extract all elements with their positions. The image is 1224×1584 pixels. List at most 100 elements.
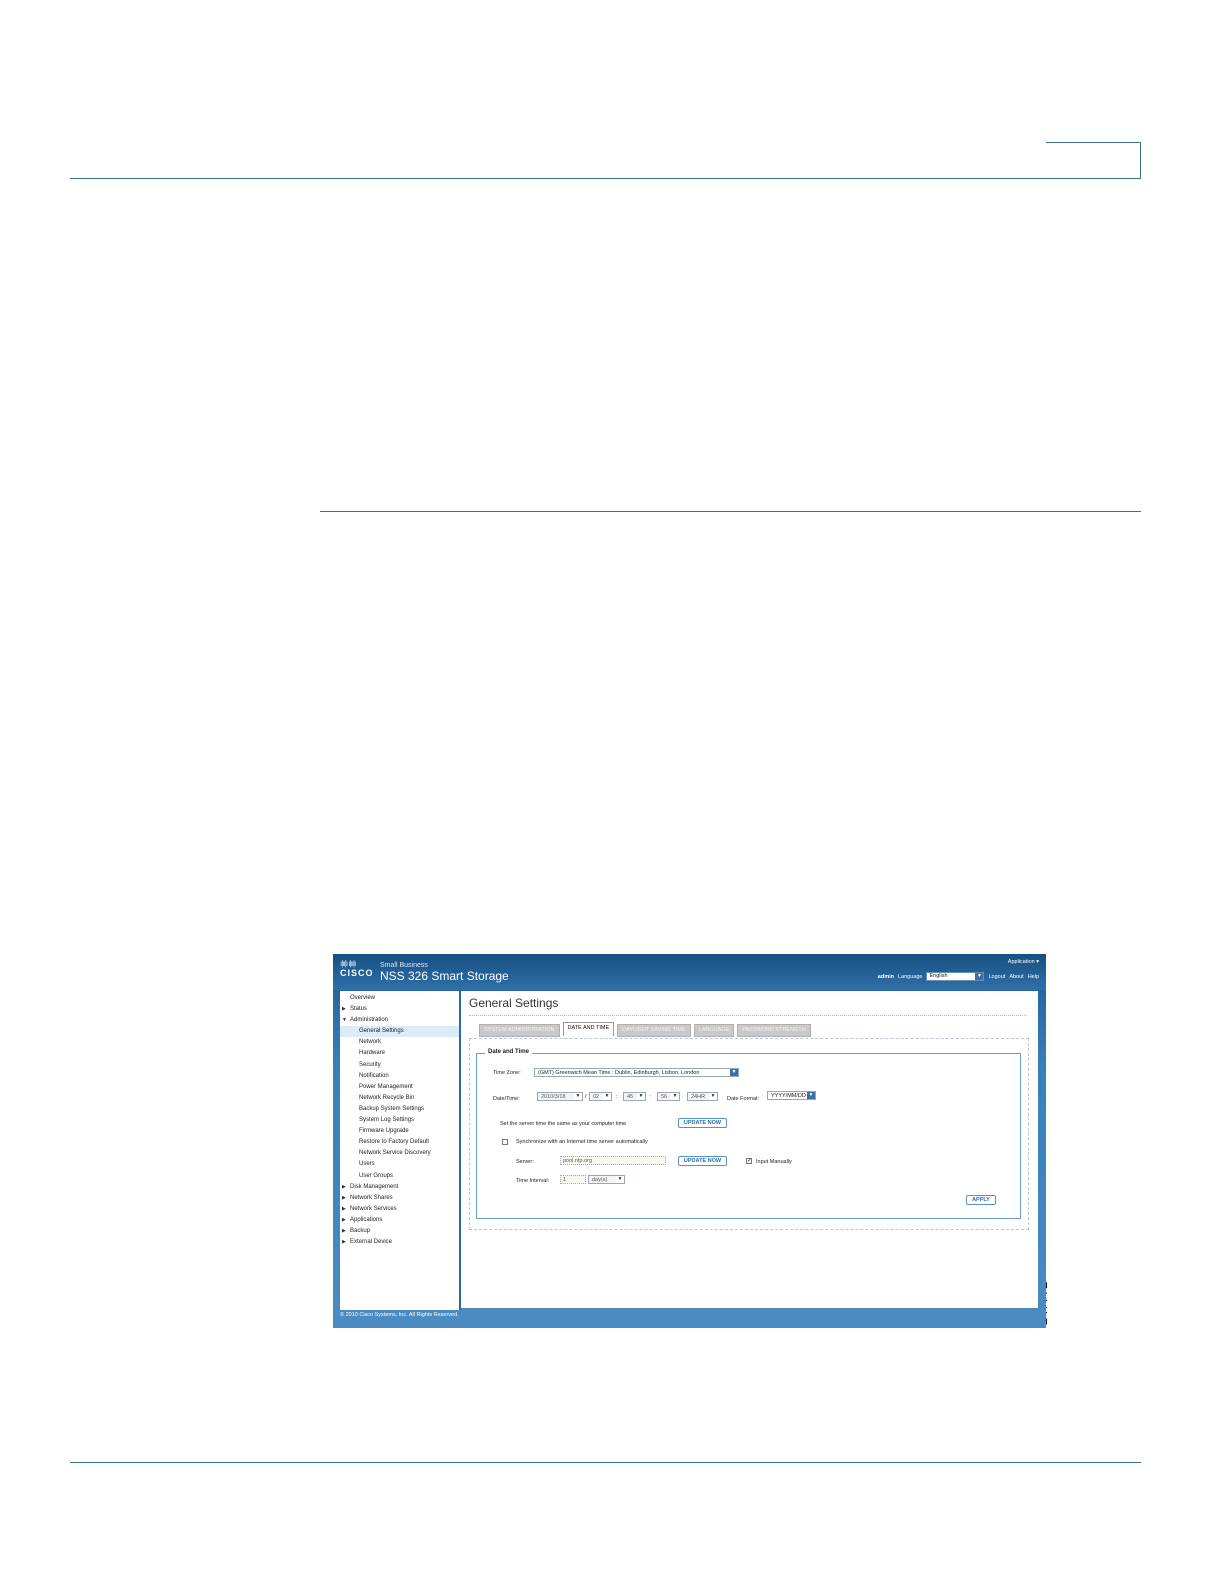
- top-bar: ı|ıı|ı ı|ıı|ı CISCO Small Business NSS 3…: [333, 954, 1046, 990]
- sidebar-item-label: Network Shares: [350, 1194, 393, 1201]
- sidebar-item[interactable]: Firmware Upgrade: [340, 1126, 459, 1137]
- sync-label: Synchronize with an Internet time server…: [516, 1139, 648, 1145]
- sidebar-item[interactable]: System Log Settings: [340, 1115, 459, 1126]
- settings-tab[interactable]: PASSWORD STRENGTH: [737, 1024, 811, 1037]
- second-value: 56: [661, 1094, 668, 1100]
- logout-link[interactable]: Logout: [988, 974, 1005, 980]
- chevron-down-icon: ▼: [975, 973, 984, 980]
- application-menu[interactable]: Application ▾: [1008, 959, 1039, 965]
- main-content: General Settings SYSTEM ADMINISTRATION DA…: [461, 991, 1038, 1308]
- sidebar-item[interactable]: Notification: [340, 1071, 459, 1082]
- time-interval-input[interactable]: 1: [560, 1175, 586, 1184]
- chevron-down-icon: ▼: [603, 1093, 611, 1100]
- settings-tab[interactable]: DATE AND TIME: [562, 1022, 615, 1036]
- date-select[interactable]: 2010/3/18 ▼: [537, 1092, 583, 1101]
- time-zone-label: Time Zone:: [493, 1070, 521, 1076]
- sidebar-item[interactable]: ▶ Network Shares: [340, 1193, 459, 1204]
- server-input[interactable]: pool.ntp.org: [560, 1156, 666, 1165]
- page-header-rule: [70, 178, 1141, 179]
- sidebar-item[interactable]: ▶ Status: [340, 1004, 459, 1015]
- sidebar-item[interactable]: User Groups: [340, 1171, 459, 1182]
- sidebar-item[interactable]: ▼ Administration: [340, 1015, 459, 1026]
- set-server-time-text: Set the server time the same as your com…: [500, 1121, 627, 1127]
- help-link[interactable]: Help: [1028, 974, 1039, 980]
- minute-select[interactable]: 45 ▼: [623, 1092, 646, 1101]
- hour-value: 02: [593, 1094, 600, 1100]
- sidebar-item[interactable]: Hardware: [340, 1048, 459, 1059]
- about-link[interactable]: About: [1009, 974, 1023, 980]
- sidebar-item-label: Power Management: [359, 1083, 413, 1090]
- sidebar-item-label: Restore to Factory Default: [359, 1139, 430, 1146]
- sidebar-item[interactable]: Power Management: [340, 1082, 459, 1093]
- chevron-down-icon: ▼: [709, 1093, 717, 1100]
- second-select[interactable]: 56 ▼: [657, 1092, 680, 1101]
- sidebar-item[interactable]: ▶ Disk Management: [340, 1182, 459, 1193]
- update-now-button[interactable]: UPDATE NOW: [678, 1118, 727, 1128]
- sidebar-item[interactable]: ▶ Applications: [340, 1215, 459, 1226]
- sidebar-item[interactable]: General Settings: [340, 1026, 459, 1038]
- chevron-down-icon: ▼: [637, 1093, 645, 1100]
- time-zone-select[interactable]: (GMT) Greenwich Mean Time : Dublin, Edin…: [534, 1068, 739, 1077]
- brand-subtitle: Small Business: [380, 962, 428, 969]
- chevron-down-icon: ▼: [807, 1092, 815, 1099]
- title-divider: [469, 1015, 1027, 1016]
- hour-select[interactable]: 02 ▼: [589, 1092, 612, 1101]
- language-value: English: [929, 973, 948, 979]
- section-rule: [320, 511, 1141, 512]
- settings-tab[interactable]: SYSTEM ADMINISTRATION: [479, 1024, 560, 1037]
- minute-value: 45: [627, 1094, 634, 1100]
- sidebar-item[interactable]: Backup System Settings: [340, 1104, 459, 1115]
- clock-format-select[interactable]: 24HR ▼: [687, 1092, 718, 1101]
- datetime-label: Date/Time:: [493, 1096, 520, 1102]
- sidebar-item[interactable]: ▶ External Device: [340, 1237, 459, 1248]
- sidebar-item-label: System Log Settings: [359, 1117, 415, 1124]
- sidebar-item[interactable]: ▶ Backup: [340, 1226, 459, 1237]
- caret-right-icon: ▶: [342, 1006, 346, 1013]
- page-footer-rule: [70, 1462, 1141, 1463]
- sync-checkbox[interactable]: [502, 1139, 508, 1145]
- page-title: General Settings: [469, 996, 559, 1010]
- sidebar-item-label: General Settings: [359, 1028, 404, 1035]
- time-interval-unit-select[interactable]: day(s) ▼: [588, 1175, 625, 1184]
- sidebar-item-label: Firmware Upgrade: [359, 1128, 409, 1135]
- chevron-down-icon: ▼: [730, 1069, 738, 1076]
- settings-tab[interactable]: DAYLIGHT SAVING TIME: [617, 1024, 691, 1037]
- sidebar-item[interactable]: Users: [340, 1159, 459, 1170]
- caret-right-icon: ▶: [342, 1227, 346, 1234]
- sidebar-item-label: Status: [350, 1006, 368, 1013]
- language-label: Language: [898, 973, 923, 980]
- sidebar-item-label: Network Services: [350, 1205, 397, 1212]
- sidebar-item-label: Users: [359, 1161, 375, 1168]
- sidebar-item[interactable]: Security: [340, 1060, 459, 1071]
- sidebar-item-label: Hardware: [359, 1050, 386, 1057]
- language-select[interactable]: English ▼: [926, 972, 985, 981]
- sidebar-item[interactable]: Network: [340, 1037, 459, 1048]
- sidebar-item[interactable]: Overview: [340, 993, 459, 1004]
- sidebar-item[interactable]: Network Service Discovery: [340, 1148, 459, 1159]
- settings-tabs: SYSTEM ADMINISTRATION DATE AND TIME DAYLIG…: [479, 1022, 811, 1037]
- apply-button[interactable]: APPLY: [966, 1195, 996, 1205]
- current-user: admin: [877, 973, 894, 980]
- cisco-logo: ı|ıı|ı ı|ıı|ı CISCO: [340, 960, 374, 979]
- input-manually-checkbox[interactable]: ✓: [746, 1158, 752, 1164]
- sidebar-nav: Overview ▶ Status ▼ Administration General Se…: [340, 991, 461, 1310]
- clock-format-value: 24HR: [691, 1094, 706, 1100]
- settings-tab[interactable]: LANGUAGE: [693, 1024, 735, 1037]
- sidebar-item-label: Network Recycle Bin: [359, 1094, 415, 1101]
- caret-right-icon: ▶: [342, 1216, 346, 1223]
- sidebar-item[interactable]: Network Recycle Bin: [340, 1093, 459, 1104]
- sidebar-item[interactable]: ▶ Network Services: [340, 1204, 459, 1215]
- time-interval-label: Time Interval:: [516, 1178, 550, 1184]
- input-manually-label: Input Manually: [756, 1159, 792, 1165]
- sidebar-item-label: Backup System Settings: [359, 1105, 425, 1112]
- update-now-server-button[interactable]: UPDATE NOW: [678, 1156, 727, 1166]
- caret-down-icon: ▼: [342, 1017, 347, 1024]
- date-format-select[interactable]: YYYY/MM/DD ▼: [767, 1091, 816, 1100]
- chevron-down-icon: ▼: [616, 1176, 624, 1183]
- sidebar-item-label: External Device: [350, 1239, 393, 1246]
- settings-panel: Date and Time Time Zone: (GMT) Greenwich…: [469, 1038, 1029, 1230]
- sidebar-item-label: Network: [359, 1039, 382, 1046]
- server-label: Server:: [516, 1159, 534, 1165]
- sidebar-item[interactable]: Restore to Factory Default: [340, 1137, 459, 1148]
- sidebar-item-label: Overview: [350, 995, 376, 1001]
